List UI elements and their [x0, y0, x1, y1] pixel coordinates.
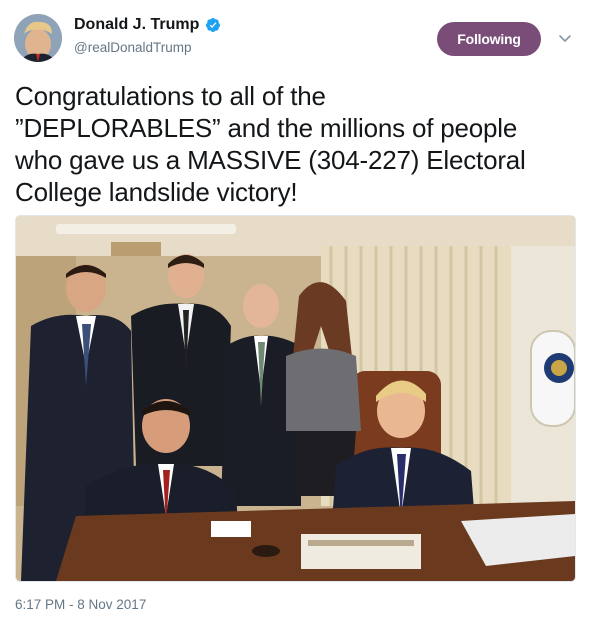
- following-button[interactable]: Following: [437, 22, 541, 56]
- verified-badge-icon: [206, 18, 221, 32]
- profile-photo-icon: [14, 14, 62, 62]
- author-name-row[interactable]: Donald J. Trump: [74, 16, 221, 34]
- chevron-down-icon[interactable]: [557, 30, 573, 46]
- avatar[interactable]: [14, 14, 62, 62]
- author-handle[interactable]: @realDonaldTrump: [74, 40, 192, 55]
- author-name[interactable]: Donald J. Trump: [74, 16, 199, 34]
- tweet-photo[interactable]: [15, 215, 576, 582]
- group-photo-image: [16, 216, 575, 581]
- tweet-timestamp[interactable]: 6:17 PM - 8 Nov 2017: [15, 597, 146, 612]
- tweet-text: Congratulations to all of the ”DEPLORABL…: [15, 80, 585, 208]
- tweet-text-line: Congratulations to all of the: [15, 81, 326, 111]
- tweet-text-line: ”DEPLORABLES” and the millions of people: [15, 113, 518, 143]
- tweet-text-line: who gave us a MASSIVE (304-227) Electora…: [15, 145, 526, 175]
- tweet-text-line: College landslide victory!: [15, 177, 298, 207]
